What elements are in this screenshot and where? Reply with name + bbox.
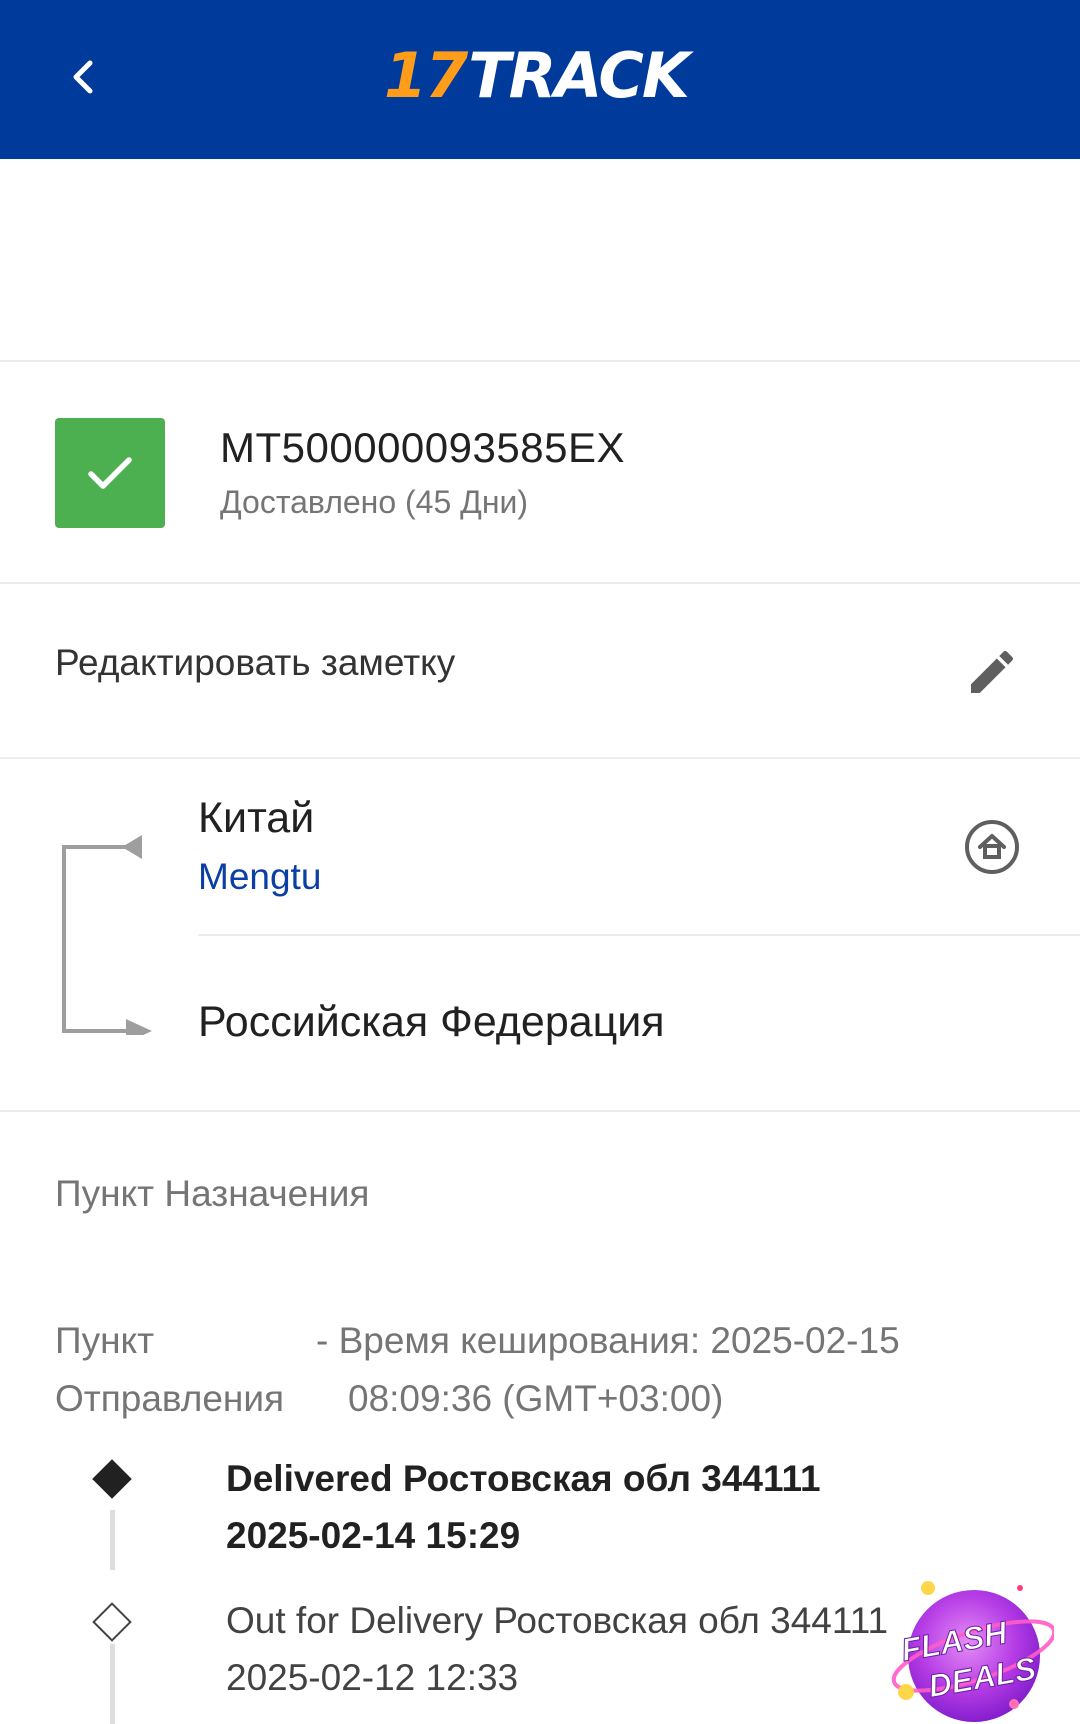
delivery-status: Доставлено (45 Дни) xyxy=(220,484,529,520)
tracking-number[interactable]: MT500000093585EX xyxy=(220,424,625,472)
home-icon[interactable] xyxy=(964,819,1020,875)
destination-country: Российская Федерация xyxy=(198,998,665,1046)
app-logo: 17 TRACK xyxy=(384,38,690,112)
logo-text: TRACK xyxy=(468,38,690,112)
origin-label-line1: Пункт xyxy=(55,1320,155,1361)
divider xyxy=(0,757,1080,759)
timeline-marker xyxy=(92,1602,132,1642)
timeline-marker-current xyxy=(92,1459,132,1499)
tracking-detail-page: 17 TRACK MT500000093585EX Доставлено (45 … xyxy=(0,0,1080,1724)
timeline-event-1: Out for Delivery Ростовская обл 344111 2… xyxy=(226,1592,888,1706)
origin-section-label: Пункт Отправления xyxy=(55,1312,305,1428)
app-header: 17 TRACK xyxy=(0,0,1080,159)
edit-note-label: Редактировать заметку xyxy=(55,642,456,683)
cache-time-line1: - Время кеширования: 2025-02-15 xyxy=(316,1320,900,1361)
event-time: 2025-02-14 15:29 xyxy=(226,1515,521,1556)
event-time: 2025-02-12 12:33 xyxy=(226,1657,519,1698)
divider xyxy=(198,934,1080,936)
origin-carrier-link[interactable]: Mengtu xyxy=(198,856,321,898)
destination-section-title: Пункт Назначения xyxy=(55,1173,370,1214)
logo-number: 17 xyxy=(384,38,468,112)
cache-time-line2: 08:09:36 (GMT+03:00) xyxy=(348,1378,724,1419)
pencil-icon[interactable] xyxy=(964,644,1020,700)
flash-deals-badge[interactable]: FLASH DEALS xyxy=(884,1574,1054,1724)
divider xyxy=(0,1110,1080,1112)
divider xyxy=(0,360,1080,362)
timeline-connector xyxy=(110,1644,115,1724)
origin-label-line2: Отправления xyxy=(55,1378,285,1419)
timeline-connector xyxy=(110,1510,115,1570)
back-arrow-icon xyxy=(73,60,93,94)
delivered-status-icon-box xyxy=(55,418,165,528)
back-button[interactable] xyxy=(50,44,116,110)
edit-note-row[interactable]: Редактировать заметку xyxy=(0,584,1080,757)
event-description: Out for Delivery Ростовская обл 344111 xyxy=(226,1600,889,1641)
checkmark-icon xyxy=(88,457,132,489)
origin-country: Китай xyxy=(198,794,315,842)
event-description: Delivered Ростовская обл 344111 xyxy=(226,1458,821,1499)
timeline-event-0: Delivered Ростовская обл 344111 2025-02-… xyxy=(226,1450,821,1564)
route-bracket-icon xyxy=(62,835,152,1035)
cache-time: - Время кеширования: 2025-02-15 08:09:36… xyxy=(316,1312,936,1428)
